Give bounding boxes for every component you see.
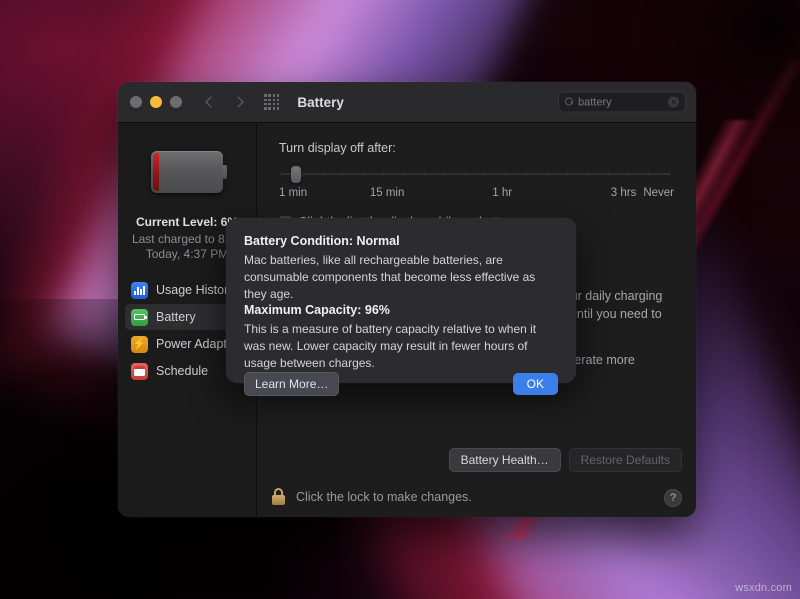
search-input[interactable]: battery <box>578 96 668 108</box>
dialog-footer: Learn More… OK <box>244 372 558 396</box>
lock-row: Click the lock to make changes. ? <box>271 488 682 505</box>
battery-shape <box>151 151 223 193</box>
slider-label: Never <box>643 187 674 199</box>
bottom-bar: Battery Health… Restore Defaults Click t… <box>257 448 696 517</box>
battery-condition-dialog: Battery Condition: Normal Mac batteries,… <box>226 218 576 383</box>
display-off-label: Turn display off after: <box>279 141 674 155</box>
lock-text: Click the lock to make changes. <box>296 490 472 504</box>
slider-label: 1 min <box>279 187 307 199</box>
usage-history-icon <box>131 282 148 299</box>
page-title: Battery <box>297 95 344 110</box>
power-adapter-icon: ⚡ <box>131 336 148 353</box>
capacity-body: This is a measure of battery capacity re… <box>244 321 558 372</box>
slider-ticks <box>281 171 670 177</box>
slider-label: 15 min <box>370 187 405 199</box>
traffic-lights <box>130 96 182 108</box>
ok-button[interactable]: OK <box>513 373 558 395</box>
clear-search-icon[interactable] <box>668 97 679 108</box>
sidebar-item-label: Usage History <box>156 283 235 297</box>
search-icon <box>565 98 574 107</box>
lock-icon[interactable] <box>271 488 286 505</box>
slider-tick-labels: 1 min 15 min 1 hr 3 hrs Never <box>279 187 674 201</box>
slider-knob[interactable] <box>291 166 301 183</box>
battery-illustration <box>118 151 256 193</box>
minimize-button[interactable] <box>150 96 162 108</box>
battery-health-button[interactable]: Battery Health… <box>449 448 561 472</box>
desktop: wsxdn.com Battery battery <box>0 0 800 599</box>
sidebar-item-label: Schedule <box>156 364 208 378</box>
schedule-icon <box>131 363 148 380</box>
navigation-buttons <box>204 96 244 109</box>
action-buttons: Battery Health… Restore Defaults <box>271 448 682 472</box>
condition-heading: Battery Condition: Normal <box>244 234 558 248</box>
battery-icon <box>131 309 148 326</box>
search-field[interactable]: battery <box>558 92 686 113</box>
show-all-grid-icon[interactable] <box>264 94 279 109</box>
watermark: wsxdn.com <box>735 582 792 594</box>
sidebar-item-label: Battery <box>156 310 196 324</box>
back-chevron-icon[interactable] <box>204 96 217 109</box>
slider-label: 3 hrs <box>611 187 637 199</box>
display-off-slider[interactable] <box>281 167 670 181</box>
slider-label: 1 hr <box>492 187 512 199</box>
restore-defaults-button: Restore Defaults <box>569 448 682 472</box>
zoom-button[interactable] <box>170 96 182 108</box>
capacity-heading: Maximum Capacity: 96% <box>244 303 558 317</box>
window-titlebar: Battery battery <box>118 82 696 123</box>
battery-fill <box>153 153 159 191</box>
close-button[interactable] <box>130 96 142 108</box>
forward-chevron-icon[interactable] <box>231 96 244 109</box>
learn-more-button[interactable]: Learn More… <box>244 372 339 396</box>
condition-body: Mac batteries, like all rechargeable bat… <box>244 252 558 303</box>
help-button[interactable]: ? <box>664 489 682 507</box>
